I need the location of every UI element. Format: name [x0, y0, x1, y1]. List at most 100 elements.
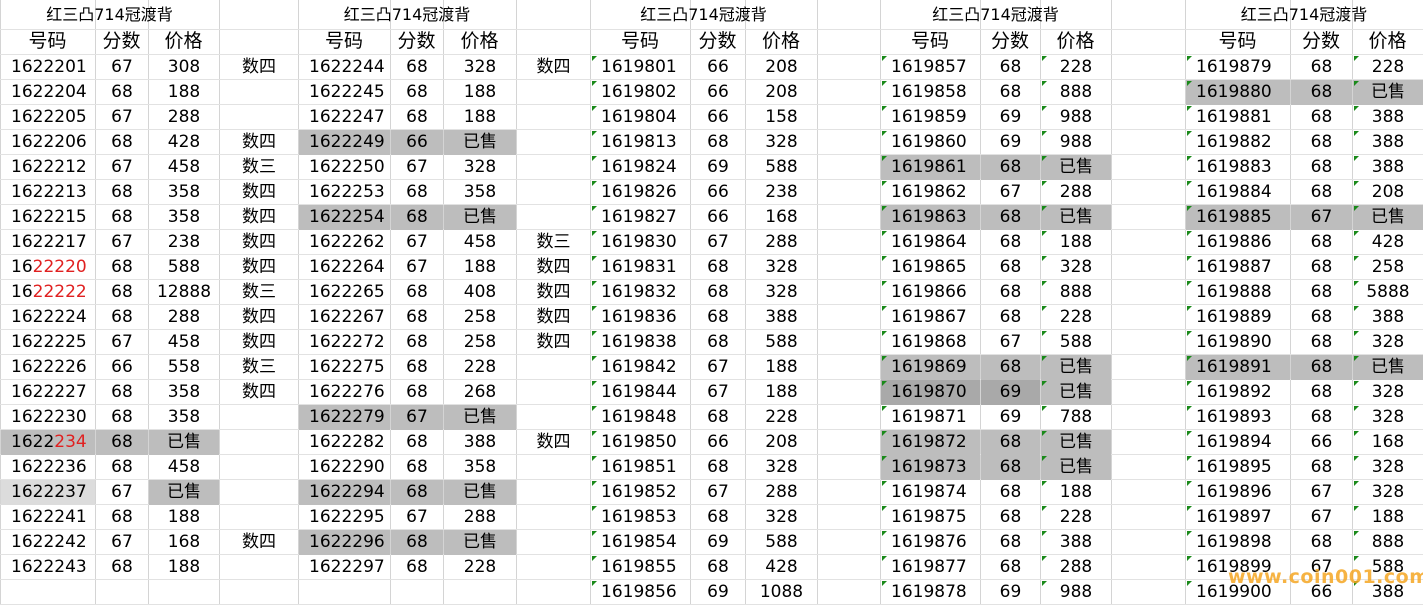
- number-prefix: 1622: [11, 432, 55, 452]
- number-cell: 1619854: [601, 532, 677, 552]
- price-cell: 588: [167, 257, 201, 277]
- comment-indicator-icon: [1186, 205, 1194, 213]
- number-cell: 1619866: [891, 282, 967, 302]
- price-cell: 258: [463, 332, 497, 352]
- score-cell: 68: [707, 457, 729, 477]
- number-cell: 1622297: [309, 557, 385, 577]
- comment-indicator-icon: [1353, 505, 1361, 513]
- number-cell: 1619801: [601, 57, 677, 77]
- score-cell: 68: [406, 107, 428, 127]
- score-cell: 67: [707, 482, 729, 502]
- column-header: 号码: [1218, 30, 1257, 52]
- column-header: 价格: [761, 30, 800, 52]
- score-cell: 68: [1291, 80, 1352, 105]
- number-cell: 1619895: [1196, 457, 1272, 477]
- price-cell: 158: [765, 107, 798, 127]
- price-cell: 已售: [1041, 205, 1111, 230]
- column-header: 分数: [102, 30, 141, 52]
- price-cell: 168: [1371, 432, 1405, 452]
- comment-indicator-icon: [1041, 180, 1049, 188]
- score-cell: 68: [406, 357, 428, 377]
- price-cell: 188: [463, 82, 497, 102]
- price-cell: 288: [1059, 182, 1093, 202]
- block-title: 红三凸714冠渡背: [640, 5, 767, 24]
- number-cell: 1619874: [891, 482, 967, 502]
- score-cell: 69: [999, 132, 1022, 152]
- score-cell: 67: [111, 107, 133, 127]
- score-cell: 68: [999, 257, 1022, 277]
- score-cell: 68: [707, 557, 729, 577]
- column-header: 号码: [620, 30, 659, 52]
- score-cell: 68: [1310, 57, 1333, 77]
- number-cell: 1622249: [299, 130, 390, 155]
- price-cell: 428: [167, 132, 201, 152]
- price-cell: 358: [167, 382, 201, 402]
- number-cell: 1622224: [11, 307, 87, 327]
- price-cell: 208: [765, 57, 798, 77]
- score-cell: 68: [999, 232, 1022, 252]
- price-cell: 328: [463, 57, 497, 77]
- price-cell: 已售: [444, 405, 516, 430]
- comment-indicator-icon: [1353, 55, 1361, 63]
- score-cell: 68: [707, 332, 729, 352]
- number-cell: 1619851: [601, 457, 677, 477]
- number-cell: 1622244: [309, 57, 385, 77]
- price-cell: 228: [463, 557, 497, 577]
- note-cell: 数四: [242, 182, 276, 202]
- price-cell: 588: [765, 157, 798, 177]
- number-cell: 1622215: [11, 207, 87, 227]
- comment-indicator-icon: [1186, 505, 1194, 513]
- price-cell: 188: [1059, 232, 1093, 252]
- number-cell: 1619848: [601, 407, 677, 427]
- number-cell: 1622234: [1, 430, 95, 455]
- comment-indicator-icon: [1041, 455, 1049, 463]
- score-cell: 68: [1310, 182, 1333, 202]
- price-cell: 328: [1371, 407, 1405, 427]
- note-cell: 数四: [536, 432, 571, 452]
- block-title: 红三凸714冠渡背: [343, 5, 471, 24]
- comment-indicator-icon: [881, 455, 889, 463]
- comment-indicator-icon: [1041, 555, 1049, 563]
- score-cell: 69: [981, 380, 1040, 405]
- price-cell: 188: [765, 382, 798, 402]
- score-cell: 68: [111, 207, 133, 227]
- number-cell: 1622254: [299, 205, 390, 230]
- comment-indicator-icon: [881, 130, 889, 138]
- price-cell: 已售: [444, 130, 516, 155]
- score-cell: 68: [406, 182, 428, 202]
- column-header: 号码: [910, 30, 949, 52]
- score-cell: 68: [981, 455, 1040, 480]
- number-cell: 1622282: [309, 432, 385, 452]
- comment-indicator-icon: [591, 555, 599, 563]
- score-cell: 68: [999, 557, 1022, 577]
- price-cell: 168: [167, 532, 201, 552]
- number-cell: 1622245: [309, 82, 385, 102]
- note-cell: 数四: [242, 532, 276, 552]
- comment-indicator-icon: [591, 205, 599, 213]
- price-cell: 已售: [444, 480, 516, 505]
- comment-indicator-icon: [1353, 405, 1361, 413]
- comment-indicator-icon: [1353, 480, 1361, 488]
- price-cell: 188: [167, 557, 201, 577]
- score-cell: 68: [707, 407, 729, 427]
- score-cell: 66: [111, 357, 133, 377]
- score-cell: 67: [406, 257, 428, 277]
- score-cell: 68: [707, 132, 729, 152]
- number-cell: 1622279: [299, 405, 390, 430]
- comment-indicator-icon: [1041, 305, 1049, 313]
- note-cell: 数四: [536, 282, 571, 302]
- price-cell: 358: [463, 457, 497, 477]
- number-cell: 1622267: [309, 307, 385, 327]
- number-cell: 1619827: [601, 207, 677, 227]
- comment-indicator-icon: [1041, 155, 1049, 163]
- price-cell: 已售: [149, 480, 219, 505]
- comment-indicator-icon: [591, 55, 599, 63]
- number-cell: 1619871: [891, 407, 967, 427]
- price-cell: 228: [765, 407, 798, 427]
- number-cell: 1619883: [1196, 157, 1272, 177]
- number-cell: 1619880: [1186, 80, 1290, 105]
- block-title: 红三凸714冠渡背: [932, 5, 1059, 24]
- score-cell: 68: [96, 430, 148, 455]
- price-cell: 328: [1371, 457, 1405, 477]
- number-highlight: 234: [54, 432, 87, 452]
